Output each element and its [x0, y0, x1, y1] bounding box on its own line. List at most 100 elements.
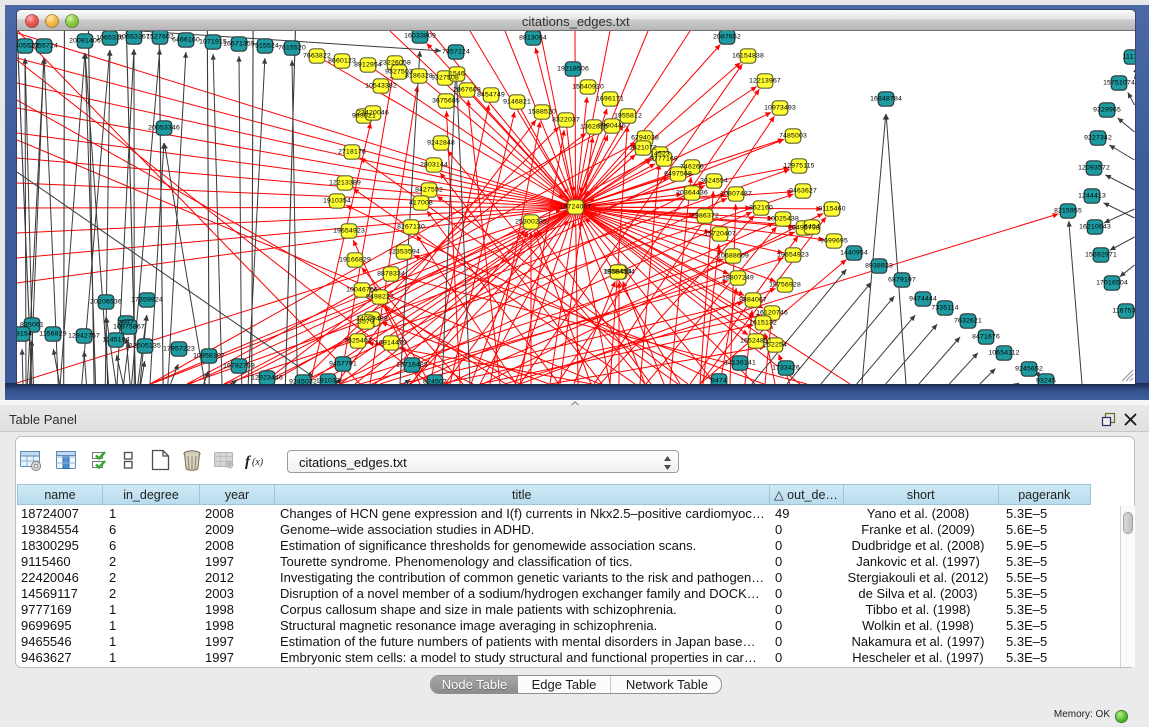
svg-text:18807249: 18807249: [722, 275, 754, 282]
svg-text:16120746: 16120746: [756, 310, 788, 317]
svg-text:9227342: 9227342: [1084, 135, 1112, 142]
svg-text:9474: 9474: [711, 378, 727, 385]
svg-text:2087652: 2087652: [713, 34, 741, 41]
svg-text:6497568: 6497568: [664, 171, 692, 178]
svg-text:25300235: 25300235: [515, 219, 547, 226]
svg-text:7663822: 7663822: [303, 53, 331, 60]
svg-text:8454749: 8454749: [477, 92, 505, 99]
svg-text:20053346: 20053346: [148, 125, 180, 132]
svg-text:9457791: 9457791: [329, 361, 357, 368]
svg-text:7485003: 7485003: [779, 133, 807, 140]
svg-text:1145194: 1145194: [102, 337, 129, 344]
svg-text:252254: 252254: [763, 342, 787, 349]
svg-text:17957223: 17957223: [163, 346, 195, 353]
svg-text:8660123: 8660123: [328, 58, 356, 65]
svg-text:7632621: 7632621: [954, 318, 982, 325]
svg-text:9115460: 9115460: [818, 206, 845, 213]
svg-text:9245032: 9245032: [289, 379, 317, 385]
svg-text:8471676: 8471676: [972, 334, 1000, 341]
svg-text:1733426: 1733426: [772, 365, 800, 372]
svg-text:10025438: 10025438: [767, 216, 799, 223]
svg-text:8322037: 8322037: [552, 117, 580, 124]
svg-text:7625402: 7625402: [344, 338, 372, 345]
svg-text:7335114: 7335114: [931, 305, 958, 312]
svg-text:6466160: 6466160: [172, 37, 200, 44]
svg-text:2803144: 2803144: [420, 162, 448, 169]
svg-text:10958107: 10958107: [193, 353, 225, 360]
svg-text:17359924: 17359924: [131, 297, 163, 304]
svg-text:862160: 862160: [749, 205, 773, 212]
svg-text:12923446: 12923446: [251, 375, 283, 382]
svg-text:16914479: 16914479: [375, 340, 407, 347]
svg-text:9884067: 9884067: [739, 297, 767, 304]
svg-text:1588520: 1588520: [528, 109, 556, 116]
svg-text:14136141: 14136141: [724, 360, 756, 367]
svg-text:23420046: 23420046: [357, 110, 389, 117]
svg-text:6879197: 6879197: [888, 277, 916, 284]
svg-text:9329965: 9329965: [1093, 107, 1121, 114]
svg-text:8267130: 8267130: [397, 224, 425, 231]
svg-text:15720407: 15720407: [704, 231, 736, 238]
svg-text:20206536: 20206536: [90, 299, 122, 306]
svg-text:9699695: 9699695: [820, 238, 848, 245]
svg-text:93245: 93245: [1036, 378, 1056, 385]
svg-text:12942757: 12942757: [68, 333, 100, 340]
svg-text:17016504: 17016504: [1096, 280, 1128, 287]
svg-text:2718176: 2718176: [338, 149, 366, 156]
svg-text:3624554: 3624554: [700, 178, 728, 185]
svg-text:2055724: 2055724: [30, 43, 58, 50]
svg-text:19218506: 19218506: [557, 66, 589, 73]
svg-text:19654923: 19654923: [777, 252, 809, 259]
svg-text:9777169: 9777169: [650, 156, 678, 163]
svg-text:7515524: 7515524: [251, 43, 279, 50]
svg-text:16782759: 16782759: [223, 363, 255, 370]
svg-text:20364436: 20364436: [676, 190, 708, 197]
svg-text:15751074: 15751074: [1103, 80, 1135, 87]
svg-text:5498222: 5498222: [366, 294, 394, 301]
svg-text:1440954: 1440954: [840, 250, 868, 257]
svg-text:746266: 746266: [680, 164, 704, 171]
svg-text:1156829: 1156829: [39, 331, 66, 338]
svg-text:12505135: 12505135: [129, 343, 161, 350]
svg-text:8427552: 8427552: [415, 187, 443, 194]
svg-text:f: f: [245, 454, 252, 470]
svg-text:18724007: 18724007: [560, 204, 592, 211]
svg-text:12975115: 12975115: [783, 163, 814, 170]
svg-text:16210643: 16210643: [1079, 224, 1111, 231]
svg-text:7615520: 7615520: [278, 45, 306, 52]
svg-text:1244413: 1244413: [1078, 193, 1106, 200]
svg-text:12213389: 12213389: [329, 180, 361, 187]
svg-text:10046766: 10046766: [346, 287, 378, 294]
svg-text:8990445: 8990445: [598, 123, 626, 130]
svg-text:11174: 11174: [1123, 54, 1135, 61]
svg-text:12213967: 12213967: [749, 78, 781, 85]
svg-text:10654112: 10654112: [988, 350, 1019, 357]
svg-text:16154838: 16154838: [732, 53, 764, 60]
svg-text:19756928: 19756928: [769, 282, 801, 289]
svg-text:1910354: 1910354: [323, 198, 351, 205]
svg-text:12353594: 12353594: [388, 249, 420, 256]
svg-text:10543382: 10543382: [365, 83, 397, 90]
svg-text:8186328: 8186328: [405, 73, 433, 80]
svg-text:(x): (x): [252, 457, 264, 468]
svg-text:417008: 417008: [409, 200, 433, 207]
svg-text:10975867: 10975867: [113, 324, 145, 331]
svg-text:1546: 1546: [449, 71, 465, 78]
svg-text:8215955: 8215955: [1054, 208, 1082, 215]
svg-text:835061: 835061: [20, 322, 44, 329]
svg-text:8878334: 8878334: [377, 271, 405, 278]
svg-text:23226058: 23226058: [379, 60, 411, 67]
svg-text:10807487: 10807487: [720, 191, 752, 198]
svg-text:19166829: 19166829: [339, 257, 371, 264]
svg-text:6404: 6404: [804, 224, 820, 231]
svg-text:39154: 39154: [17, 331, 32, 338]
svg-text:1167533: 1167533: [1112, 308, 1135, 315]
svg-text:8912954: 8912954: [354, 62, 382, 69]
svg-text:9245652: 9245652: [1015, 366, 1043, 373]
svg-text:3675685: 3675685: [432, 98, 460, 105]
svg-text:1696171: 1696171: [596, 96, 624, 103]
svg-text:7986372: 7986372: [691, 213, 719, 220]
svg-text:1527602: 1527602: [146, 34, 174, 41]
svg-text:9242848: 9242848: [427, 140, 455, 147]
svg-text:16033809: 16033809: [404, 33, 436, 40]
